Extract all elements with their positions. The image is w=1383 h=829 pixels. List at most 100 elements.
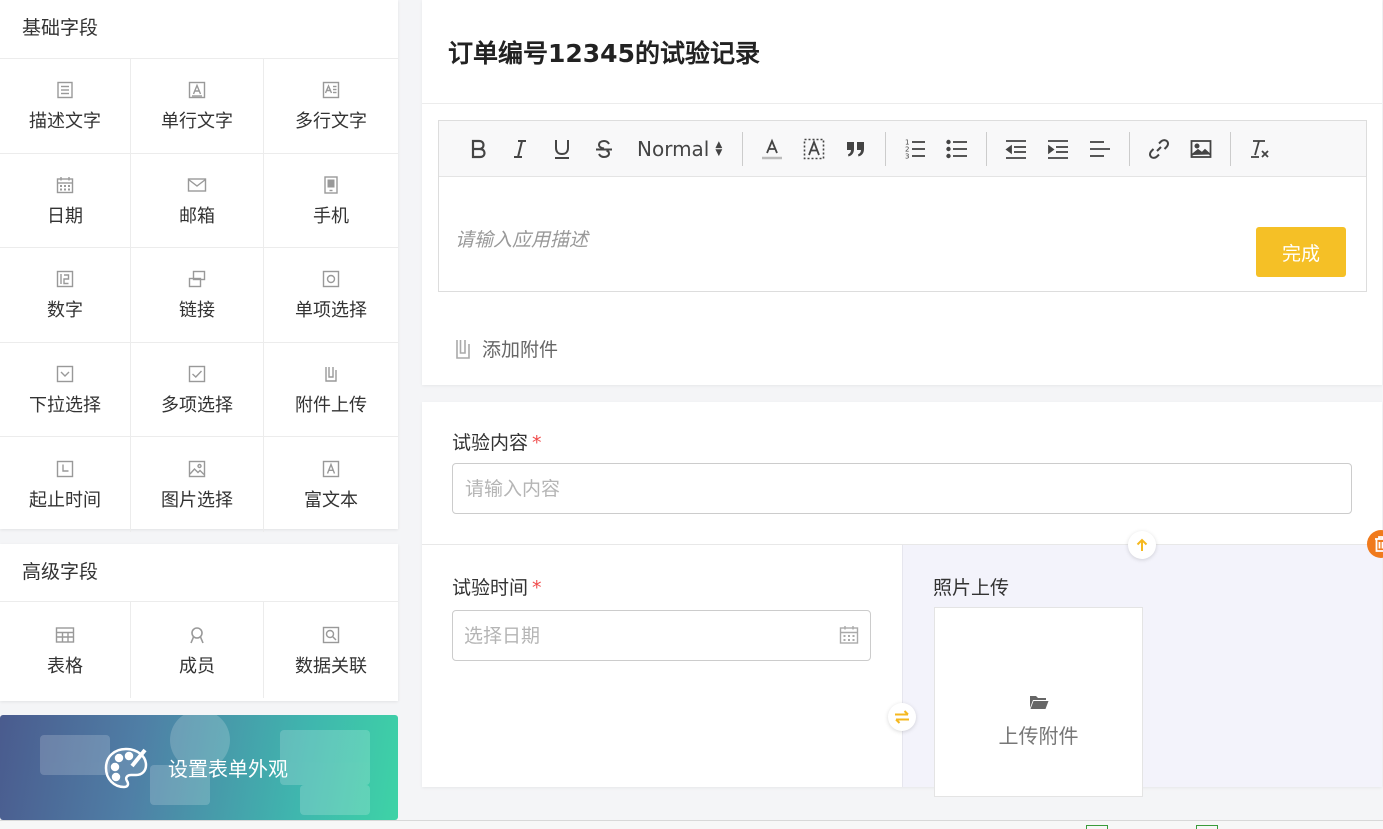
- ordered-list-button[interactable]: 123: [894, 133, 936, 165]
- field-date[interactable]: 日期: [0, 153, 131, 248]
- background-color-button[interactable]: [793, 133, 835, 165]
- insert-image-button[interactable]: [1180, 133, 1222, 165]
- align-left-icon: [1090, 140, 1111, 157]
- attachment-icon: [454, 338, 472, 360]
- field-description[interactable]: 描述文字: [0, 59, 131, 154]
- form-appearance-banner[interactable]: 设置表单外观: [0, 715, 398, 820]
- indent-button[interactable]: [1037, 133, 1079, 165]
- mail-icon: [187, 175, 207, 195]
- required-mark: *: [532, 432, 542, 454]
- checkbox-icon: [187, 364, 207, 384]
- toolbar-divider: [742, 131, 744, 166]
- field-label: 手机: [313, 205, 349, 227]
- field-label: 链接: [179, 300, 215, 322]
- italic-icon: [514, 139, 526, 158]
- field-label: 数字: [47, 300, 83, 322]
- field-radio[interactable]: 单项选择: [264, 248, 398, 343]
- indent-icon: [1048, 139, 1069, 159]
- field-multi-line-text[interactable]: 多行文字: [264, 59, 398, 154]
- date-picker[interactable]: [452, 610, 871, 661]
- bottom-status-strip: [0, 820, 1383, 829]
- toolbar-divider: [885, 131, 887, 166]
- number-icon: [55, 269, 75, 289]
- upload-box[interactable]: 上传附件: [934, 607, 1143, 797]
- folder-icon: [1029, 694, 1049, 714]
- rich-text-icon: [321, 459, 341, 479]
- photo-upload-section: 照片上传 上传附件: [902, 545, 1382, 797]
- attachment-icon: [321, 364, 341, 384]
- swap-icon: [895, 710, 909, 724]
- photo-field-label: 照片上传: [933, 577, 1010, 599]
- add-attachment-button[interactable]: 添加附件: [454, 335, 558, 362]
- required-mark: *: [532, 577, 542, 599]
- form-title[interactable]: 订单编号12345的试验记录: [448, 34, 760, 70]
- italic-button[interactable]: [499, 133, 541, 165]
- trash-icon: [1375, 536, 1383, 552]
- basic-fields-grid: 描述文字 单行文字 多行文字 日期 邮箱 手机 数字 链接 单项选择 下拉选择 …: [0, 59, 398, 532]
- strikethrough-icon: [596, 139, 612, 158]
- clear-format-button[interactable]: [1239, 133, 1281, 165]
- done-button[interactable]: 完成: [1256, 227, 1346, 277]
- format-select[interactable]: Normal ▲ ▼: [625, 137, 734, 161]
- field-data-link[interactable]: 数据关联: [264, 602, 398, 698]
- field-dropdown[interactable]: 下拉选择: [0, 342, 131, 437]
- field-link[interactable]: 链接: [131, 248, 264, 343]
- swap-button[interactable]: [888, 703, 916, 731]
- font-color-button[interactable]: [751, 133, 793, 165]
- field-rich-text[interactable]: 富文本: [264, 437, 398, 532]
- field-phone[interactable]: 手机: [264, 154, 398, 248]
- field-label: 单项选择: [295, 300, 367, 322]
- move-up-button[interactable]: [1128, 531, 1156, 559]
- field-mail[interactable]: 邮箱: [131, 153, 264, 248]
- blockquote-button[interactable]: [835, 133, 877, 165]
- outdent-button[interactable]: [995, 133, 1037, 165]
- calendar-icon: [839, 625, 859, 649]
- field-label: 表格: [47, 655, 83, 677]
- underline-button[interactable]: [541, 133, 583, 165]
- image-icon: [187, 459, 207, 479]
- link-icon: [1149, 138, 1170, 159]
- link-icon: [187, 269, 207, 289]
- single-line-text-icon: [187, 80, 207, 100]
- field-checkbox[interactable]: 多项选择: [131, 342, 264, 437]
- basic-fields-panel: 基础字段 描述文字 单行文字 多行文字 日期 邮箱 手机 数字 链接 单项选择 …: [0, 0, 398, 532]
- multi-line-text-icon: [321, 80, 341, 100]
- field-image[interactable]: 图片选择: [131, 437, 264, 532]
- field-label: 下拉选择: [29, 394, 101, 416]
- bold-icon: [471, 139, 486, 158]
- field-label: 成员: [179, 655, 215, 677]
- align-button[interactable]: [1079, 133, 1121, 165]
- field-table[interactable]: 表格: [0, 602, 131, 698]
- ordered-list-icon: 123: [905, 138, 926, 160]
- background-color-icon: [803, 138, 825, 159]
- field-label: 描述文字: [29, 111, 101, 133]
- divider: [422, 103, 1382, 104]
- updown-icon: ▲ ▼: [715, 139, 723, 158]
- field-time-range[interactable]: 起止时间: [0, 437, 131, 532]
- form-header-card: 订单编号12345的试验记录 Normal ▲ ▼ 123 请输入应用描述 完成…: [422, 0, 1382, 385]
- field-single-line-text[interactable]: 单行文字: [131, 59, 264, 154]
- editor-placeholder[interactable]: 请输入应用描述: [455, 225, 588, 252]
- insert-link-button[interactable]: [1138, 133, 1180, 165]
- content-input[interactable]: [452, 463, 1352, 514]
- underline-icon: [555, 139, 569, 159]
- calendar-icon: [55, 175, 75, 195]
- content-field-label: 试验内容 *: [452, 432, 542, 454]
- editor-toolbar: Normal ▲ ▼ 123: [439, 121, 1366, 177]
- field-member[interactable]: 成员: [131, 602, 264, 698]
- field-attachment[interactable]: 附件上传: [264, 343, 398, 437]
- dropdown-icon: [55, 364, 75, 384]
- bullet-list-icon: [946, 139, 968, 158]
- field-label: 单行文字: [161, 111, 233, 133]
- date-input[interactable]: [452, 610, 871, 661]
- advanced-fields-grid: 表格 成员 数据关联: [0, 602, 398, 698]
- palette-icon: [102, 744, 150, 792]
- time-field-label: 试验时间 *: [452, 577, 542, 599]
- clear-format-icon: [1251, 139, 1269, 158]
- field-label: 日期: [47, 205, 83, 227]
- bold-button[interactable]: [457, 133, 499, 165]
- strike-button[interactable]: [583, 133, 625, 165]
- field-number[interactable]: 数字: [0, 248, 131, 343]
- bullet-list-button[interactable]: [936, 133, 978, 165]
- field-label: 附件上传: [295, 394, 367, 416]
